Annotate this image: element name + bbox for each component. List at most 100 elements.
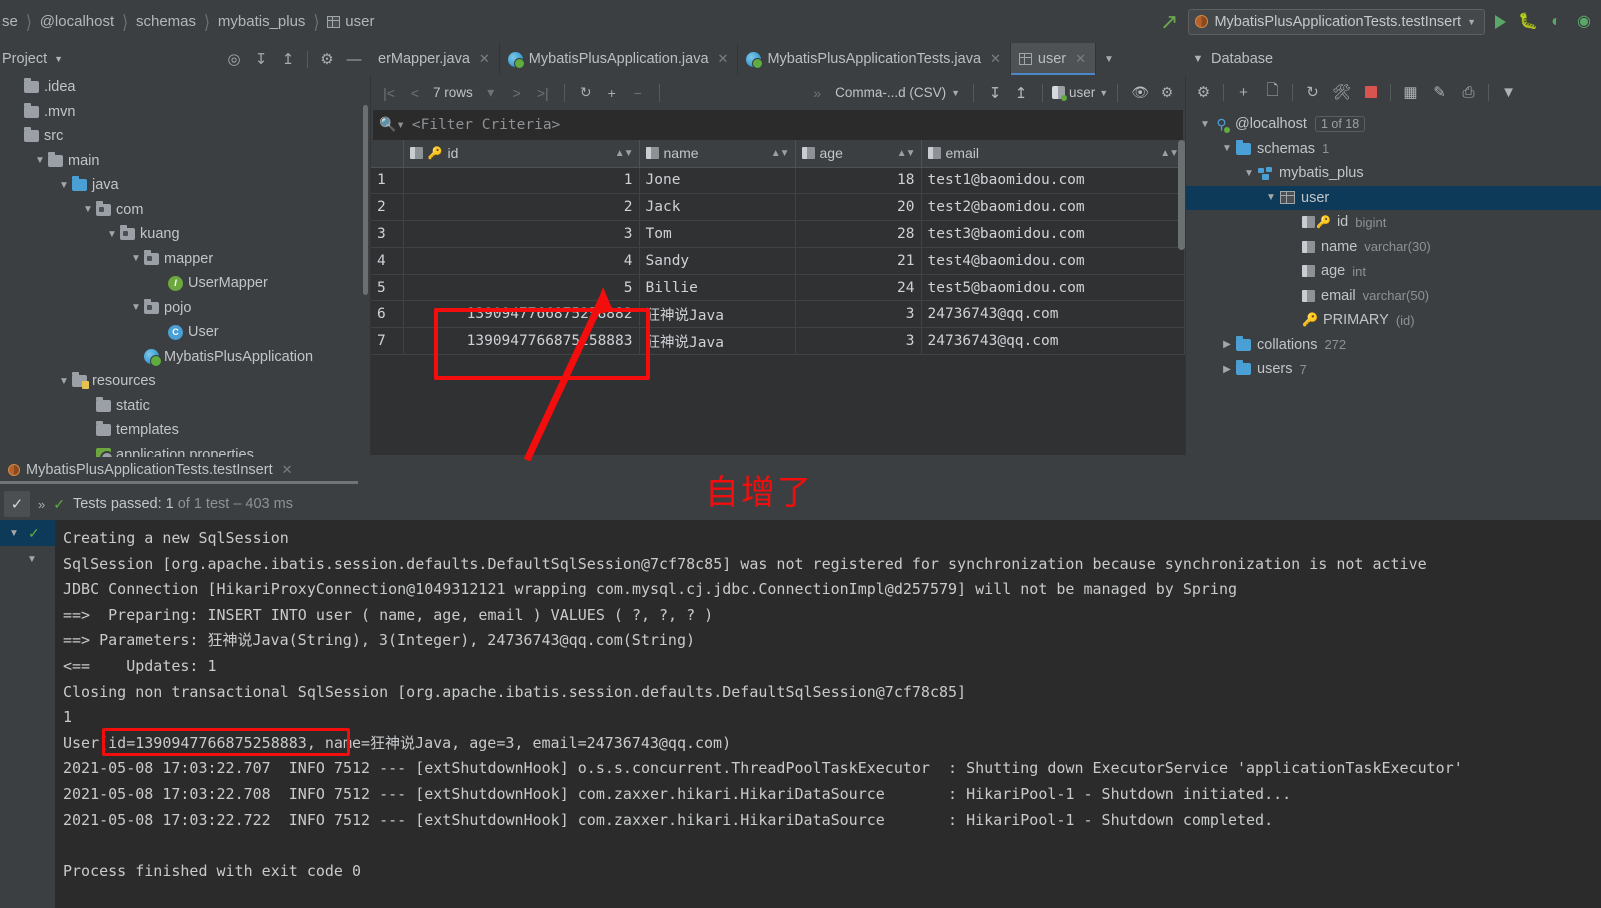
chevron-down-icon[interactable]: ▼ [80, 204, 96, 215]
project-tree-item-pojo[interactable]: ▼ pojo [0, 296, 370, 321]
breadcrumb-item-localhost[interactable]: @localhost [33, 13, 121, 30]
project-tree-scrollbar[interactable] [363, 105, 368, 295]
import-icon[interactable]: ↧ [983, 80, 1007, 106]
database-tree-item-mybatis-plus[interactable]: ▼ mybatis_plus [1186, 161, 1601, 186]
output-format-selector[interactable]: Comma-...d (CSV) ▼ [831, 85, 964, 100]
cell-id[interactable]: 4 [403, 247, 640, 275]
cell-age[interactable]: 18 [795, 167, 922, 195]
console-output[interactable]: Creating a new SqlSession SqlSession [org… [55, 520, 1601, 908]
database-tree[interactable]: ▼ ⚲ @localhost 1 of 18 ▼ schemas 1 ▼ mybatis_plu… [1186, 109, 1601, 382]
close-icon[interactable]: ✕ [990, 51, 1001, 67]
breadcrumb-item-schemas[interactable]: schemas [129, 13, 203, 30]
gear-icon[interactable]: ⚙ [1155, 80, 1179, 106]
tab-list-chevron-down-icon[interactable]: ▼ [1096, 43, 1122, 75]
cell-email[interactable]: test4@baomidou.com [921, 247, 1185, 275]
database-tree-item-collations[interactable]: ▶ collations 272 [1186, 333, 1601, 358]
debug-button[interactable]: 🐛 [1515, 9, 1541, 35]
table-row[interactable]: 1 1 Jone 18 test1@baomidou.com [371, 167, 1185, 195]
sort-icon[interactable]: ▲▼ [771, 148, 790, 159]
chevron-down-icon[interactable]: ▼ [1196, 119, 1214, 130]
breadcrumb-item-partial[interactable]: se [0, 13, 25, 30]
database-tree-item-id[interactable]: ▼🔑idbigint [1186, 210, 1601, 235]
cell-id[interactable]: 3 [403, 220, 640, 248]
project-tree-item--mvn[interactable]: ▼.mvn [0, 100, 370, 125]
table-row[interactable]: 4 4 Sandy 21 test4@baomidou.com [371, 247, 1185, 275]
cell-email[interactable]: test3@baomidou.com [921, 220, 1185, 248]
database-tools-icon[interactable]: 🛠 [1328, 79, 1355, 105]
tab-usermapper-java[interactable]: erMapper.java ✕ [370, 43, 500, 75]
sort-icon[interactable]: ▲▼ [897, 148, 916, 159]
project-tree-item-src[interactable]: ▼src [0, 124, 370, 149]
breadcrumb-item-user[interactable]: user [320, 13, 381, 30]
table-row[interactable]: 2 2 Jack 20 test2@baomidou.com [371, 193, 1185, 222]
chevron-right-icon[interactable]: ▶ [1218, 339, 1236, 350]
project-tree-item-templates[interactable]: ▼templates [0, 418, 370, 443]
sort-icon[interactable]: ▲▼ [1160, 148, 1179, 159]
cell-name[interactable]: Billie [639, 274, 796, 302]
chevron-down-icon[interactable]: ▼ [4, 528, 24, 539]
chevron-down-icon[interactable]: ▼ [128, 302, 144, 313]
filter-icon[interactable]: ▼ [1495, 79, 1522, 105]
chevron-down-icon[interactable]: ▼ [104, 229, 120, 240]
chevron-down-icon[interactable]: ▼ [128, 253, 144, 264]
database-tree-item-primary[interactable]: ▼🔑PRIMARY(id) [1186, 308, 1601, 333]
close-icon[interactable]: ✕ [718, 51, 729, 67]
run-tab-testinsert[interactable]: MybatisPlusApplicationTests.testInsert ✕ [0, 462, 301, 478]
cell-email[interactable]: test1@baomidou.com [921, 167, 1185, 195]
cell-age[interactable]: 3 [795, 300, 922, 329]
row-count-label[interactable]: 7 rows [429, 85, 477, 100]
table-row[interactable]: 7 1390947766875258883 狂神说Java 3 24736743@qq.… [371, 327, 1185, 356]
project-tree-item--idea[interactable]: ▼.idea [0, 75, 370, 100]
duplicate-icon[interactable]: 🗋 [1259, 79, 1286, 105]
last-page-button[interactable]: >| [531, 80, 555, 106]
gutter-row-child[interactable]: ▼ [0, 546, 55, 572]
project-tree-item-mybatisplusapplication[interactable]: ▼MybatisPlusApplication [0, 345, 370, 370]
table-row[interactable]: 6 1390947766875258882 狂神说Java 3 24736743@qq.… [371, 300, 1185, 329]
column-header-id[interactable]: 🔑 id ▲▼ [403, 140, 640, 168]
tab-user-table[interactable]: user ✕ [1010, 43, 1097, 75]
cell-name[interactable]: 狂神说Java [639, 327, 796, 356]
view-options-eye-icon[interactable]: 👁 [1127, 80, 1153, 106]
export-icon[interactable]: ↥ [1009, 80, 1033, 106]
run-with-coverage-button[interactable]: ◐ [1543, 9, 1569, 35]
run-configuration-selector[interactable]: MybatisPlusApplicationTests.testInsert ▼ [1188, 8, 1485, 35]
expand-toolbar-icon[interactable]: » [805, 80, 829, 106]
chevron-down-icon[interactable]: ▼ [32, 155, 48, 166]
row-count-chevron-down-icon[interactable]: ▾ [479, 80, 503, 106]
close-icon[interactable]: ✕ [282, 462, 293, 478]
expand-chevron-icon[interactable]: » [38, 497, 45, 512]
project-tree[interactable]: ▼.idea▼.mvn▼src▼main▼java▼com▼kuang▼mapp… [0, 75, 370, 457]
profiler-button[interactable]: ◉ [1571, 9, 1597, 35]
chevron-down-icon[interactable]: ▼ [1240, 168, 1258, 179]
chevron-down-icon[interactable]: ▼ [56, 180, 72, 191]
locate-file-icon[interactable]: ◎ [222, 47, 246, 71]
cell-age[interactable]: 28 [795, 220, 922, 248]
cell-name[interactable]: 狂神说Java [639, 300, 796, 329]
modify-table-icon[interactable]: ✎ [1426, 79, 1453, 105]
cell-email[interactable]: test5@baomidou.com [921, 274, 1185, 302]
close-icon[interactable]: ✕ [479, 51, 490, 67]
show-passed-tests-toggle[interactable]: ✓ [4, 491, 30, 517]
project-tree-item-usermapper[interactable]: ▼IUserMapper [0, 271, 370, 296]
column-header-email[interactable]: email ▲▼ [921, 140, 1185, 168]
project-tree-item-application-properties[interactable]: ▼application.properties [0, 443, 370, 457]
cell-name[interactable]: Tom [639, 220, 796, 248]
tab-mybatisplusapplicationtests-java[interactable]: MybatisPlusApplicationTests.java ✕ [738, 43, 1011, 75]
chevron-down-icon[interactable]: ▼ [1218, 143, 1236, 154]
column-header-age[interactable]: age ▲▼ [795, 140, 922, 168]
database-tree-item-age[interactable]: ▼ageint [1186, 259, 1601, 284]
database-tree-item-schemas[interactable]: ▼ schemas 1 [1186, 137, 1601, 162]
cell-email[interactable]: test2@baomidou.com [921, 193, 1185, 222]
gear-icon[interactable]: ⚙ [315, 47, 339, 71]
query-console-icon[interactable]: ⎙ [1455, 79, 1482, 105]
cell-age[interactable]: 21 [795, 247, 922, 275]
expand-all-icon[interactable]: ↧ [249, 47, 273, 71]
project-tree-item-resources[interactable]: ▼ resources [0, 369, 370, 394]
gutter-row-root[interactable]: ▼ ✓ [0, 520, 55, 546]
cell-email[interactable]: 24736743@qq.com [921, 327, 1185, 356]
database-tree-item-name[interactable]: ▼namevarchar(30) [1186, 235, 1601, 260]
previous-page-button[interactable]: < [403, 80, 427, 106]
table-row[interactable]: 5 5 Billie 24 test5@baomidou.com [371, 274, 1185, 302]
schema-selector[interactable]: user ▼ [1052, 85, 1108, 101]
database-tree-item-email[interactable]: ▼emailvarchar(50) [1186, 284, 1601, 309]
